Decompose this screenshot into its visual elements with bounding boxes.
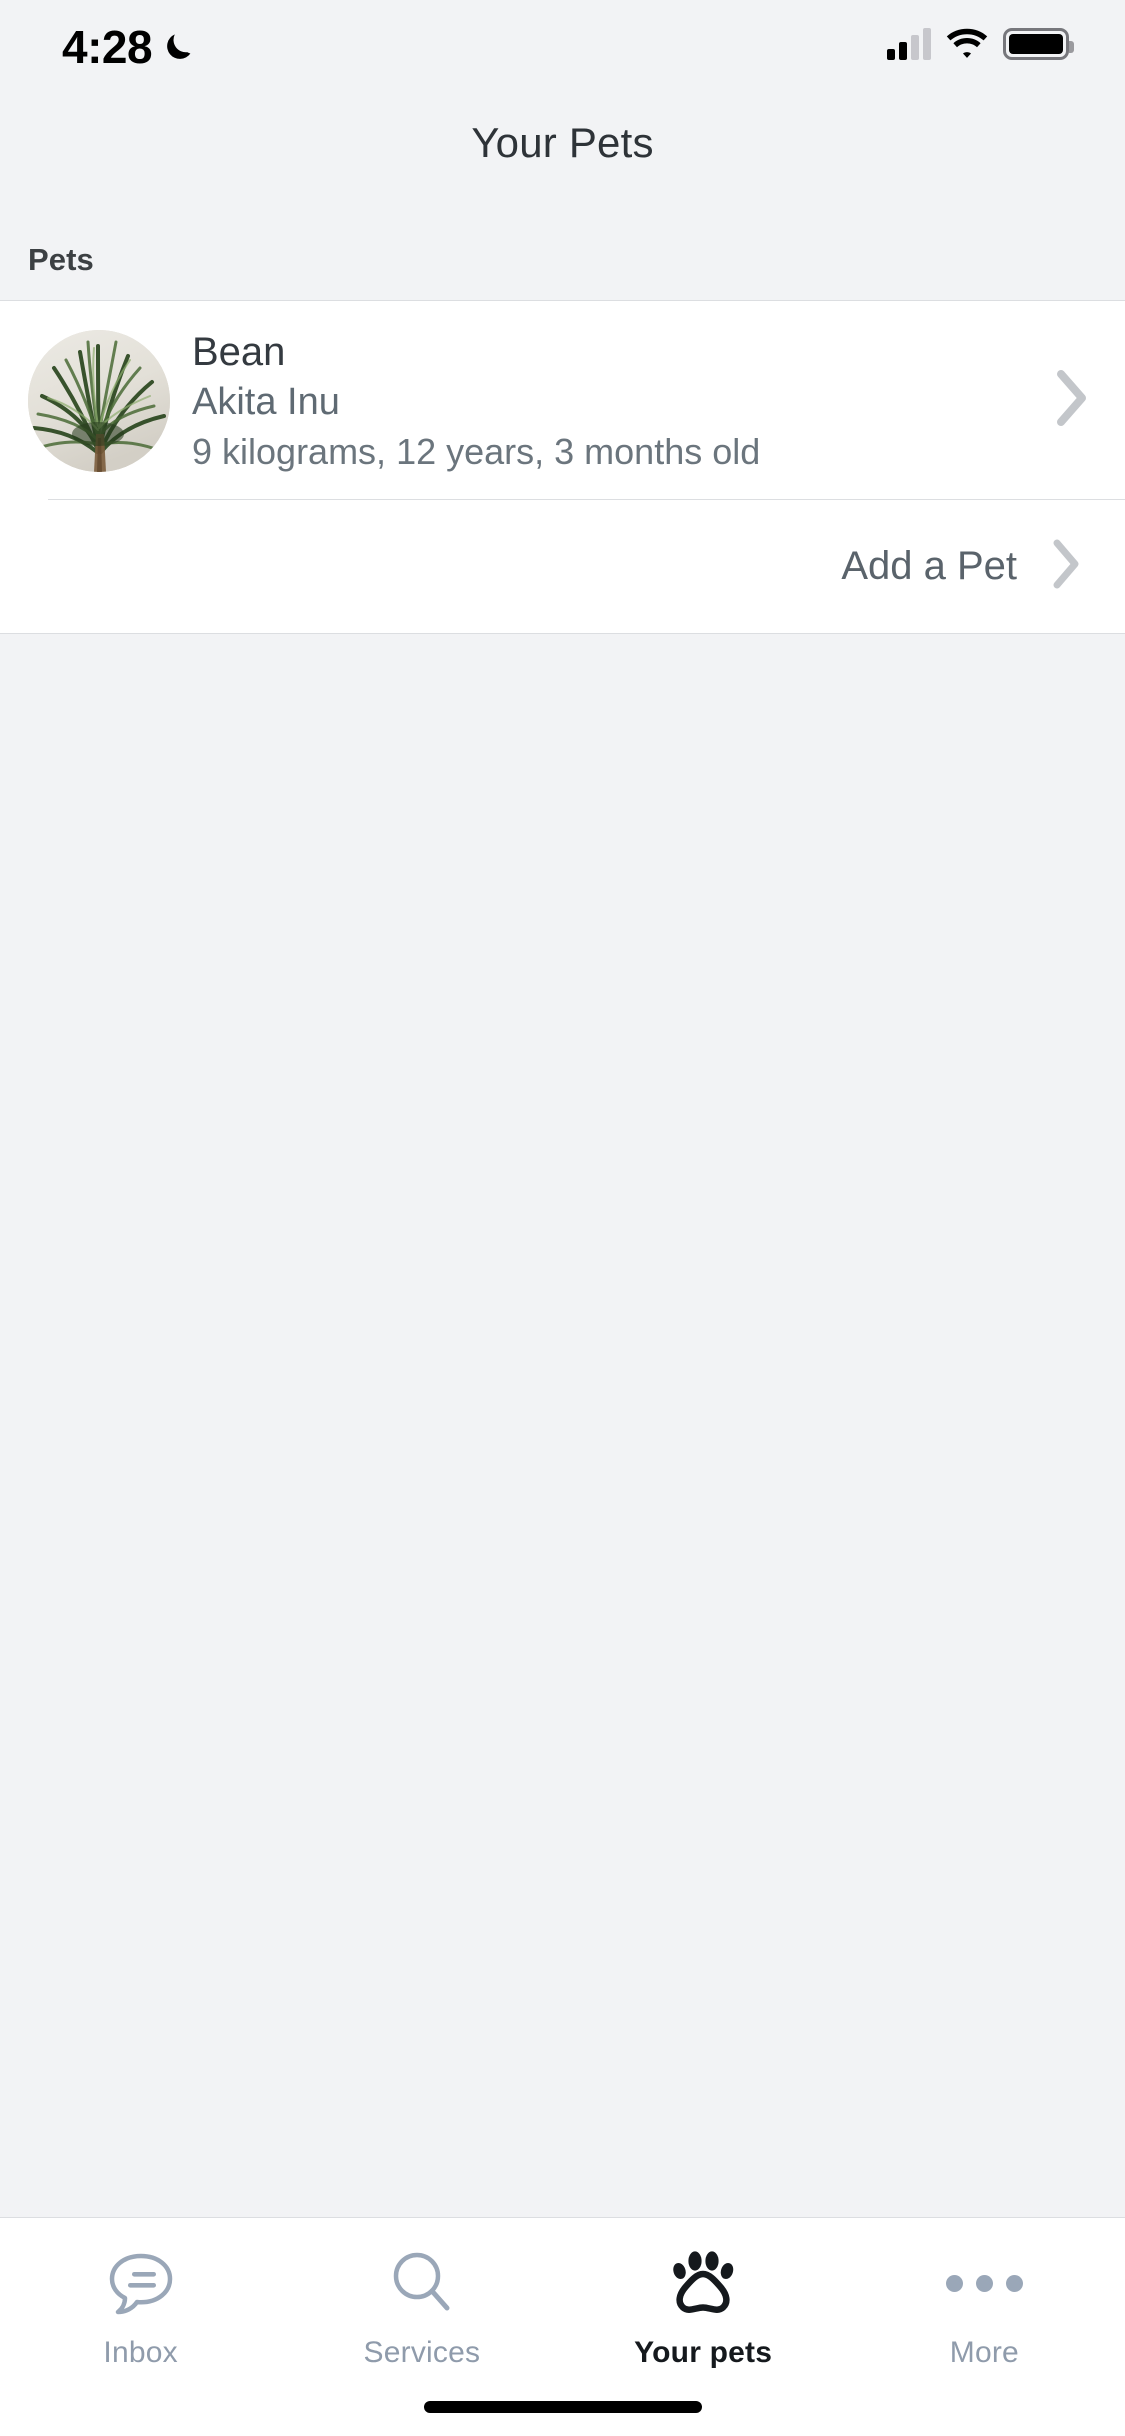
tab-more[interactable]: More [844,2244,1125,2370]
tab-your-pets[interactable]: Your pets [563,2244,844,2370]
list-item-pet[interactable]: Bean Akita Inu 9 kilograms, 12 years, 3 … [0,301,1125,501]
pet-breed: Akita Inu [192,381,340,423]
pet-name: Bean [192,330,286,374]
status-bar-left: 4:28 [62,24,196,70]
status-bar-right [887,28,1074,60]
row-divider [48,499,1125,501]
main-content: Pets Bean Akita Inu 9 kilograms, 12 year… [0,186,1125,2217]
chevron-right-icon [1055,369,1089,432]
pet-details: 9 kilograms, 12 years, 3 months old [192,430,761,472]
tab-label-services: Services [363,2336,481,2369]
section-header-pets: Pets [28,242,94,277]
tab-label-more: More [949,2336,1019,2369]
tab-label-your-pets: Your pets [634,2336,773,2369]
moon-icon [162,30,196,64]
add-pet-button[interactable]: Add a Pet [0,500,1125,633]
ellipsis-icon [945,2244,1023,2322]
home-indicator-bar[interactable] [423,2401,702,2413]
chevron-right-icon [1051,538,1081,595]
paw-print-icon [664,2244,742,2322]
bottom-tab-bar: Inbox Services Your pets More [0,2217,1125,2378]
navigation-header: Your Pets [0,100,1125,186]
cellular-signal-icon [887,28,931,60]
pet-info: Bean Akita Inu 9 kilograms, 12 years, 3 … [192,329,1043,472]
magnifier-icon [383,2244,461,2322]
pet-avatar-photo [28,329,170,472]
speech-bubble-icon [102,2244,180,2322]
wifi-icon [945,28,989,60]
page-title: Your Pets [471,119,654,166]
tab-services[interactable]: Services [281,2244,562,2370]
tab-label-inbox: Inbox [103,2336,178,2369]
home-indicator-area [0,2378,1125,2436]
status-bar: 4:28 [0,0,1125,100]
add-pet-label: Add a Pet [841,544,1017,589]
status-bar-clock: 4:28 [62,21,153,73]
empty-space [0,634,1125,2217]
battery-icon [1003,28,1074,60]
app-screen: 4:28 Your Pets Pets Bean Akita Inu 9 kil… [0,0,1125,2436]
tab-inbox[interactable]: Inbox [0,2244,281,2370]
pets-card: Bean Akita Inu 9 kilograms, 12 years, 3 … [0,300,1125,635]
